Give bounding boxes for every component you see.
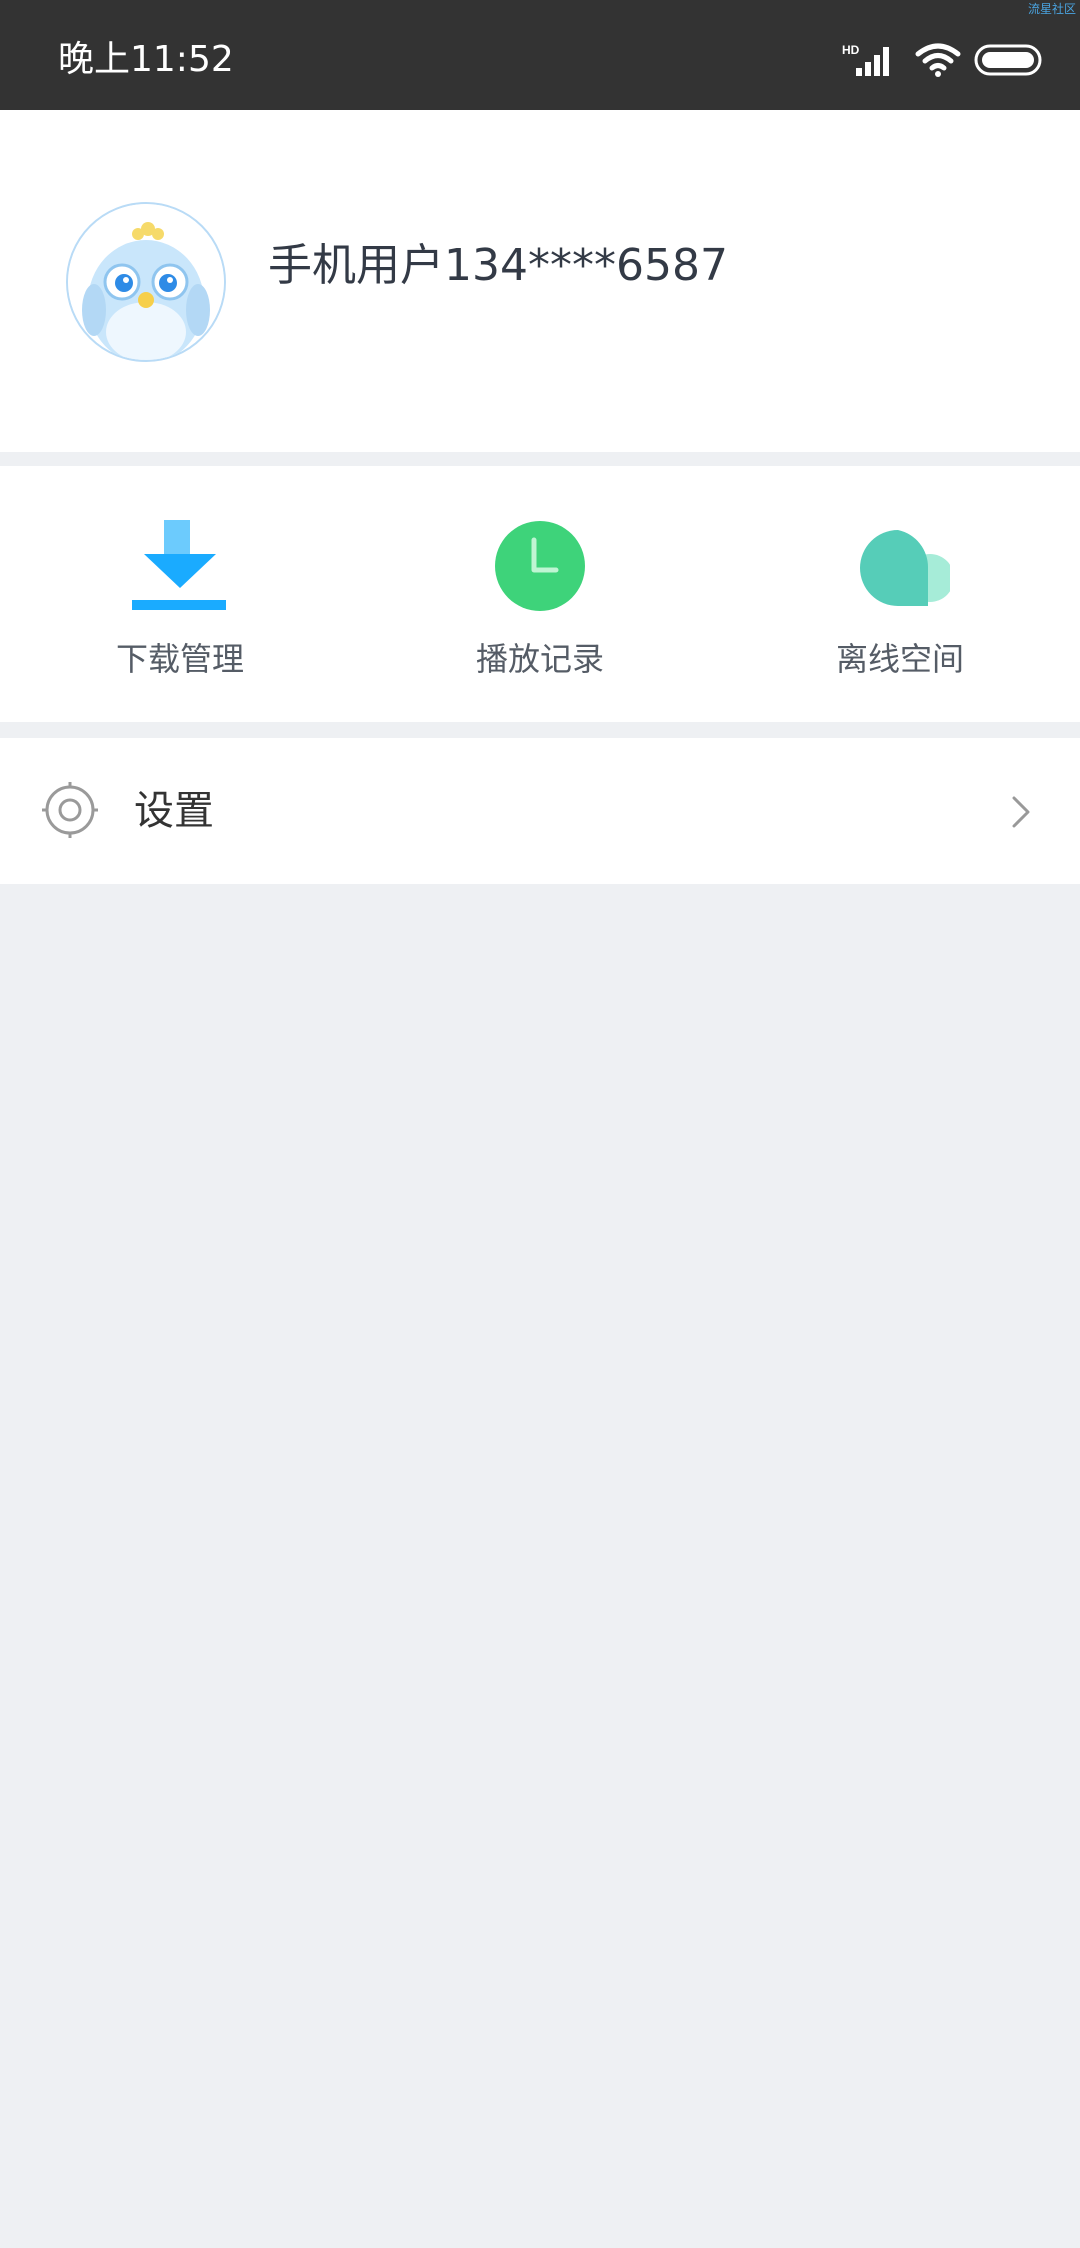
download-management-item[interactable]: 下载管理 xyxy=(0,466,360,722)
watermark-text: 流星社区 xyxy=(1027,2,1076,16)
username[interactable]: 手机用户134****6587 xyxy=(268,238,728,294)
clock-icon xyxy=(495,521,585,611)
chevron-right-icon xyxy=(1012,796,1030,828)
cloud-icon xyxy=(860,530,950,606)
quick-actions: 下载管理 播放记录 离线空间 xyxy=(0,466,1080,722)
gear-icon xyxy=(42,782,98,838)
settings-label: 设置 xyxy=(134,788,214,834)
offline-space-label: 离线空间 xyxy=(835,640,964,678)
battery-icon xyxy=(974,44,1042,76)
signal-hd-label: HD xyxy=(842,43,860,57)
download-icon xyxy=(132,520,226,610)
profile-card[interactable]: 手机用户134****6587 xyxy=(0,110,1080,452)
status-time: 晚上11:52 xyxy=(58,39,234,80)
play-history-item[interactable]: 播放记录 xyxy=(360,466,720,722)
wifi-icon xyxy=(915,43,961,77)
bird-avatar-image xyxy=(68,204,224,360)
bird-avatar[interactable] xyxy=(66,202,226,362)
settings-row[interactable]: 设置 xyxy=(0,738,1080,884)
signal-icon: HD xyxy=(842,43,889,76)
offline-space-item[interactable]: 离线空间 xyxy=(720,466,1080,722)
download-management-label: 下载管理 xyxy=(115,640,244,678)
status-bar: 晚上11:52 流星社区 HD xyxy=(0,0,1080,110)
play-history-label: 播放记录 xyxy=(475,640,604,678)
